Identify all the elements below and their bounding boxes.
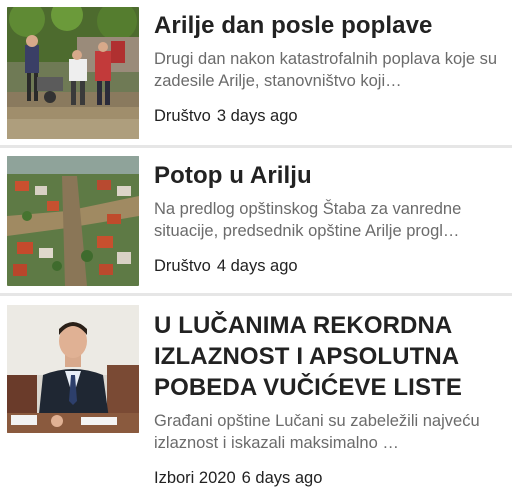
official-portrait-photo[interactable]: [7, 305, 139, 433]
article-category[interactable]: Društvo: [154, 107, 211, 125]
article-title[interactable]: Potop u Arilju: [154, 160, 504, 191]
article-excerpt: Na predlog opštinskog Štaba za vanredne …: [154, 200, 462, 240]
article-text: Arilje dan posle poplave Drugi dan nakon…: [154, 10, 504, 126]
article-title[interactable]: Arilje dan posle poplave: [154, 10, 504, 41]
article-title[interactable]: U LUČANIMA REKORDNA IZLAZNOST I APSOLUTN…: [154, 310, 504, 403]
article-text: U LUČANIMA REKORDNA IZLAZNOST I APSOLUTN…: [154, 310, 504, 488]
flood-cleanup-photo[interactable]: [7, 7, 139, 139]
article-category[interactable]: Izbori 2020: [154, 469, 236, 487]
news-feed: Arilje dan posle poplave Drugi dan nakon…: [0, 0, 512, 494]
article-category[interactable]: Društvo: [154, 257, 211, 275]
article-timestamp: 3 days ago: [216, 107, 298, 125]
article-meta: Društvo 4 days ago: [154, 256, 504, 276]
article-card[interactable]: Arilje dan posle poplave Drugi dan nakon…: [0, 0, 512, 148]
article-text: Potop u Arilju Na predlog opštinskog Šta…: [154, 160, 504, 276]
article-card[interactable]: Potop u Arilju Na predlog opštinskog Šta…: [0, 148, 512, 296]
article-timestamp: 4 days ago: [216, 257, 298, 275]
aerial-flood-photo[interactable]: [7, 156, 139, 286]
article-meta: Izbori 2020 6 days ago: [154, 468, 504, 488]
article-excerpt: Drugi dan nakon katastrofalnih poplava k…: [154, 50, 498, 90]
article-timestamp: 6 days ago: [241, 469, 323, 487]
article-card[interactable]: U LUČANIMA REKORDNA IZLAZNOST I APSOLUTN…: [0, 296, 512, 494]
article-excerpt: Građani opštine Lučani su zabeležili naj…: [154, 412, 480, 452]
article-meta: Društvo 3 days ago: [154, 106, 504, 126]
